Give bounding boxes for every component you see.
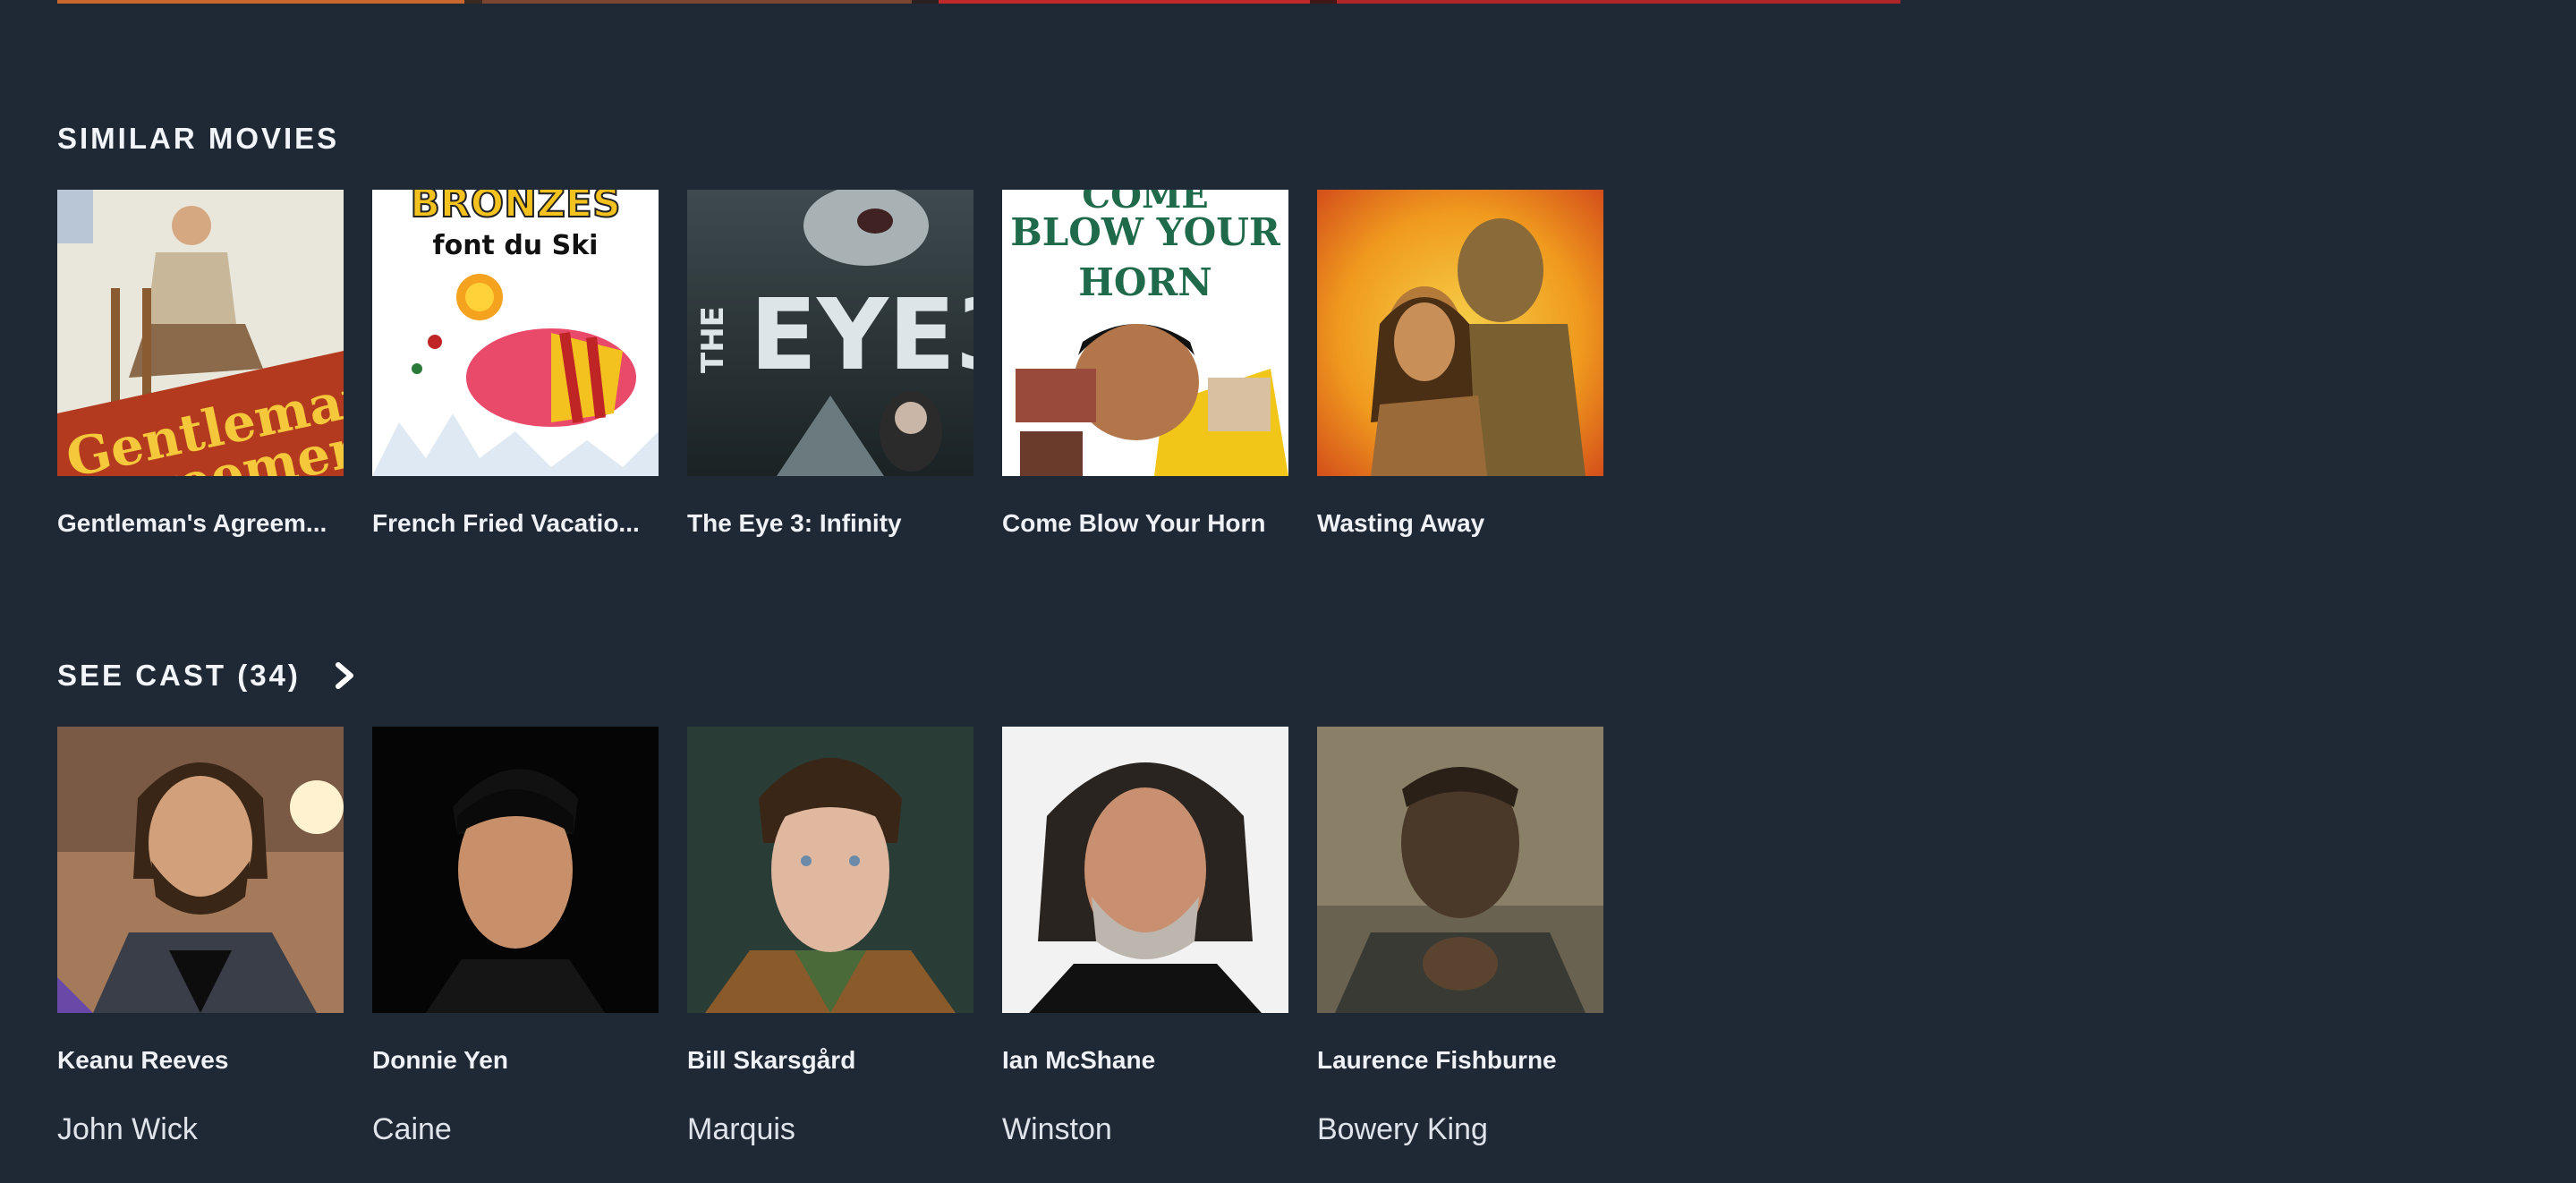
- cast-name[interactable]: Laurence Fishburne: [1317, 1045, 1603, 1076]
- movie-poster[interactable]: BRONZES font du Ski: [372, 190, 659, 476]
- movie-title[interactable]: Come Blow Your Horn: [1002, 508, 1288, 539]
- chevron-right-icon[interactable]: [333, 662, 356, 689]
- cast-role: Caine: [372, 1112, 452, 1146]
- movie-card[interactable]: EYE3 THE The Eye 3: Infinity: [687, 190, 973, 539]
- svg-text:BLOW YOUR: BLOW YOUR: [1010, 210, 1281, 254]
- cast-card[interactable]: Keanu Reeves John Wick: [57, 727, 344, 1147]
- svg-text:font du Ski: font du Ski: [433, 230, 599, 261]
- see-cast-heading-text[interactable]: SEE CAST (34): [57, 659, 301, 693]
- movie-poster[interactable]: EYE3 THE: [687, 190, 973, 476]
- svg-text:EYE3: EYE3: [750, 277, 973, 392]
- cast-name[interactable]: Keanu Reeves: [57, 1045, 344, 1076]
- previous-row-edge: [57, 0, 1900, 4]
- cast-name[interactable]: Donnie Yen: [372, 1045, 659, 1076]
- cast-photo[interactable]: [372, 727, 659, 1013]
- cast-card[interactable]: Laurence Fishburne Bowery King: [1317, 727, 1603, 1147]
- cast-card[interactable]: Ian McShane Winston: [1002, 727, 1288, 1147]
- movie-poster[interactable]: COME BLOW YOUR HORN: [1002, 190, 1288, 476]
- cast-card[interactable]: Donnie Yen Caine: [372, 727, 659, 1147]
- svg-text:BRONZES: BRONZES: [410, 190, 620, 226]
- movie-card[interactable]: Wasting Away: [1317, 190, 1603, 539]
- similar-movies-heading-text: SIMILAR MOVIES: [57, 122, 340, 155]
- movie-card[interactable]: BRONZES font du Ski French Fried Vacatio…: [372, 190, 659, 539]
- similar-movies-row: Gentleman's Agreement Gentleman's Agreem…: [57, 190, 1603, 539]
- movie-title[interactable]: French Fried Vacatio...: [372, 508, 659, 539]
- cast-photo[interactable]: [687, 727, 973, 1013]
- movie-poster[interactable]: Gentleman's Agreement: [57, 190, 344, 476]
- cast-card[interactable]: Bill Skarsgård Marquis: [687, 727, 973, 1147]
- cast-row: Keanu Reeves John Wick Donnie Yen Caine: [57, 727, 1603, 1147]
- movie-title[interactable]: The Eye 3: Infinity: [687, 508, 973, 539]
- cast-photo[interactable]: [57, 727, 344, 1013]
- see-cast-heading[interactable]: SEE CAST (34): [57, 659, 356, 693]
- movie-title[interactable]: Wasting Away: [1317, 508, 1603, 539]
- movie-poster[interactable]: [1317, 190, 1603, 476]
- cast-role: Winston: [1002, 1112, 1112, 1146]
- movie-card[interactable]: COME BLOW YOUR HORN Come Blow Your Horn: [1002, 190, 1288, 539]
- movie-card[interactable]: Gentleman's Agreement Gentleman's Agreem…: [57, 190, 344, 539]
- similar-movies-heading: SIMILAR MOVIES: [57, 122, 339, 156]
- cast-role: Marquis: [687, 1112, 795, 1146]
- cast-role: John Wick: [57, 1112, 198, 1146]
- svg-text:HORN: HORN: [1078, 260, 1212, 304]
- cast-role: Bowery King: [1317, 1112, 1488, 1146]
- cast-photo[interactable]: [1317, 727, 1603, 1013]
- cast-name[interactable]: Ian McShane: [1002, 1045, 1288, 1076]
- cast-photo[interactable]: [1002, 727, 1288, 1013]
- cast-name[interactable]: Bill Skarsgård: [687, 1045, 973, 1076]
- movie-title[interactable]: Gentleman's Agreem...: [57, 508, 344, 539]
- svg-text:THE: THE: [695, 306, 731, 373]
- page: SIMILAR MOVIES Gentleman's Agreement: [0, 0, 2576, 1183]
